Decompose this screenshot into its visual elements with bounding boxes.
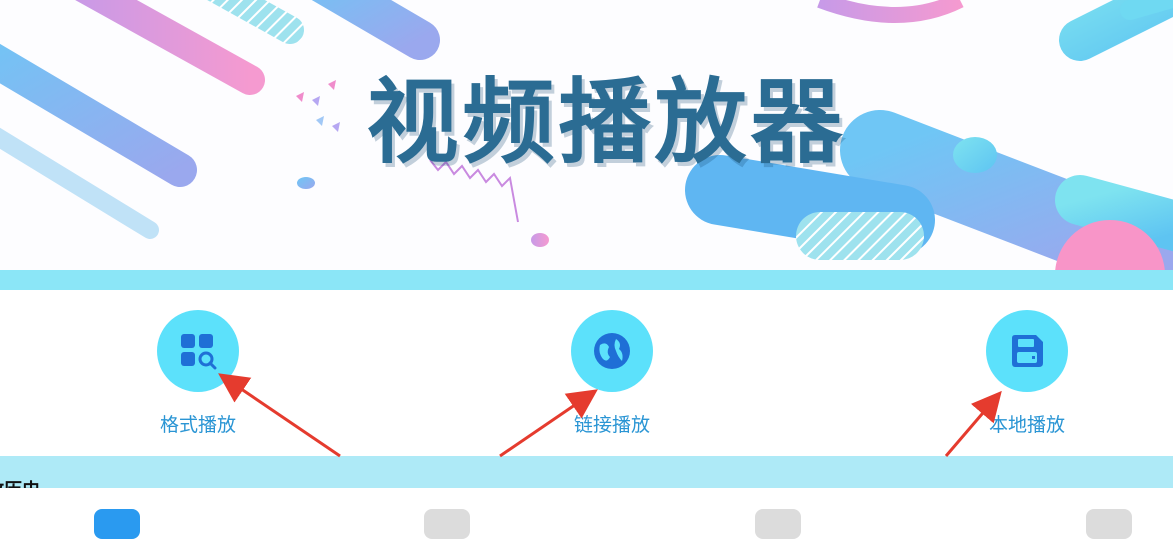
banner-divider-strip xyxy=(0,270,1173,290)
save-icon xyxy=(1012,335,1043,367)
apps-search-icon xyxy=(181,334,217,370)
globe-icon xyxy=(594,333,630,369)
local-play-label: 本地播放 xyxy=(988,414,1065,436)
link-play-label: 链接播放 xyxy=(573,414,650,436)
history-section: 放历史 xyxy=(0,456,1173,501)
tab-search[interactable] xyxy=(424,509,470,539)
tab-briefcase[interactable] xyxy=(755,509,801,539)
tab-user[interactable] xyxy=(1086,509,1132,539)
link-play-button[interactable]: 链接播放 xyxy=(532,310,692,437)
format-play-label: 格式播放 xyxy=(159,414,236,436)
banner: 视频播放器 xyxy=(0,0,1173,270)
link-play-icon-circle xyxy=(571,310,653,392)
tab-home[interactable] xyxy=(94,509,140,539)
format-play-button[interactable]: 格式播放 xyxy=(118,310,278,437)
local-play-button[interactable]: 本地播放 xyxy=(947,310,1107,437)
banner-title: 视频播放器 xyxy=(366,69,847,176)
bottom-tab-bar xyxy=(0,488,1173,539)
quick-actions: 格式播放 链接播放 本地播放 xyxy=(0,290,1173,456)
local-play-icon-circle xyxy=(986,310,1068,392)
format-play-icon-circle xyxy=(157,310,239,392)
